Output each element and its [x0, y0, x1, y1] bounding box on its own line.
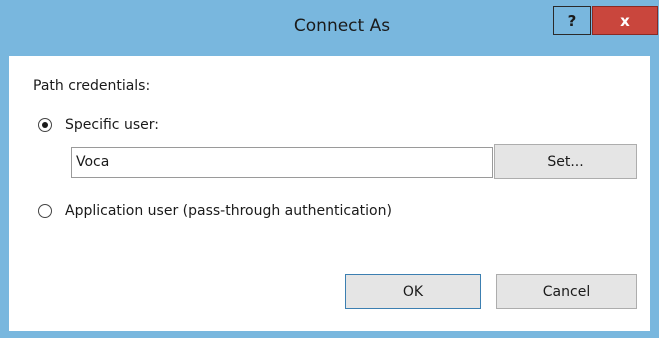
specific-user-option[interactable]: Specific user:	[38, 117, 159, 133]
cancel-button[interactable]: Cancel	[496, 274, 637, 309]
close-button[interactable]: x	[592, 6, 658, 35]
specific-user-radio[interactable]	[38, 118, 52, 132]
help-button[interactable]: ?	[553, 6, 591, 35]
specific-user-label: Specific user:	[65, 117, 159, 133]
set-button[interactable]: Set...	[494, 144, 637, 179]
question-mark-icon: ?	[567, 11, 577, 30]
application-user-radio[interactable]	[38, 204, 52, 218]
focus-ring	[347, 276, 479, 307]
username-field[interactable]: Voca	[71, 147, 493, 178]
ok-button[interactable]: OK	[345, 274, 481, 309]
set-button-label: Set...	[547, 153, 584, 170]
application-user-option[interactable]: Application user (pass-through authentic…	[38, 203, 392, 219]
title-bar[interactable]: Connect As ? x	[0, 0, 659, 56]
application-user-label: Application user (pass-through authentic…	[65, 203, 392, 219]
dialog-body: Path credentials: Specific user: Voca Se…	[9, 56, 650, 331]
cancel-button-label: Cancel	[542, 283, 591, 300]
close-icon: x	[620, 11, 630, 30]
connect-as-dialog: Connect As ? x Path credentials: Specifi…	[0, 0, 659, 338]
radio-selected-dot	[42, 122, 48, 128]
path-credentials-label: Path credentials:	[33, 78, 151, 94]
